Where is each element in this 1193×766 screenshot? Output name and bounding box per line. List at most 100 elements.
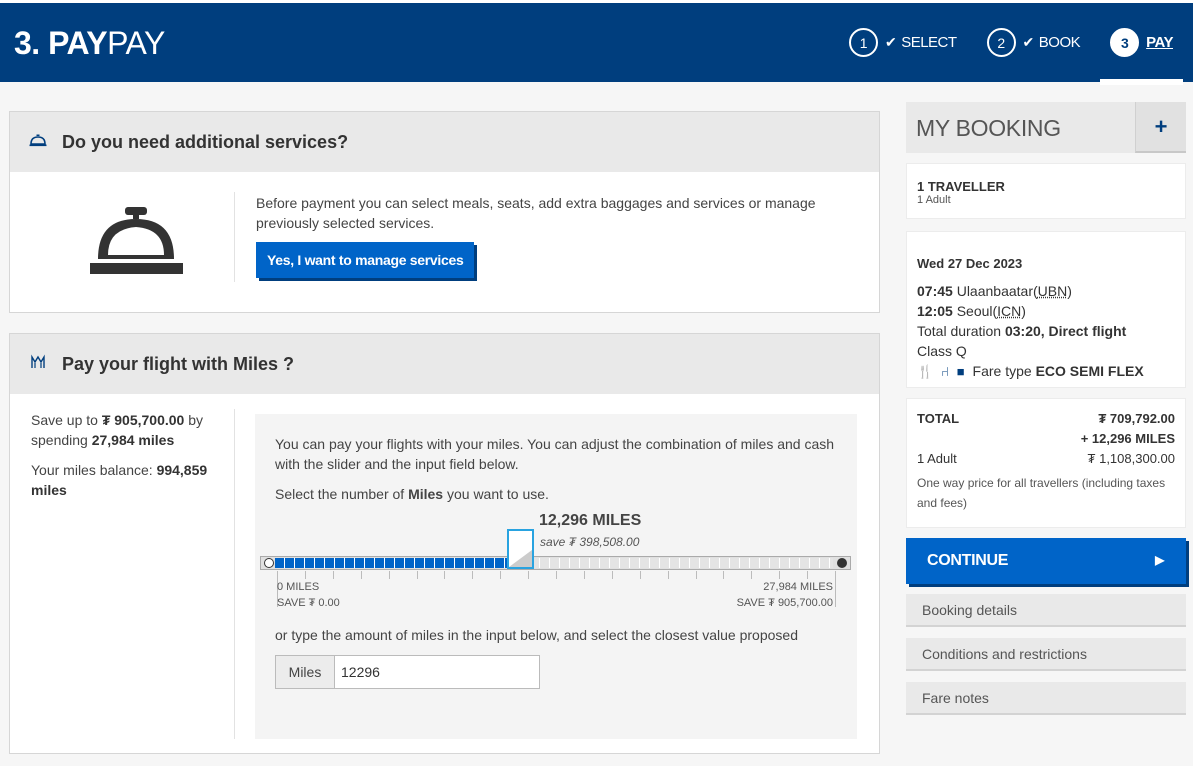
step-label: PAY: [1146, 34, 1173, 51]
price-note: One way price for all travellers (includ…: [917, 476, 1166, 510]
slider-tick: [751, 571, 752, 579]
total-card: TOTAL ₮ 709,792.00 + 12,296 MILES 1 Adul…: [906, 398, 1186, 528]
arrival: 12:05 Seoul(ICN): [917, 303, 1026, 319]
total-cash: ₮ 709,792.00: [1098, 411, 1175, 426]
departure: 07:45 Ulaanbaatar(UBN): [917, 283, 1072, 299]
miles-balance: Your miles balance: 994,859 miles: [31, 462, 208, 498]
step-label: SELECT: [901, 34, 957, 51]
services-header: Do you need additional services?: [10, 112, 879, 172]
save-summary: Save up to ₮ 905,700.00 by spending 27,9…: [31, 412, 204, 448]
miles-icon: [28, 353, 48, 375]
manage-services-button[interactable]: Yes, I want to manage services: [256, 242, 475, 278]
slider-tick: [696, 571, 697, 579]
slider-tick: [835, 571, 836, 607]
page-header: 3. PAYPAY 1 ✔ SELECT 2 ✔ BOOK 3 PAY: [0, 0, 1193, 85]
booking-details-link[interactable]: Booking details: [906, 594, 1186, 627]
step-number-circle: 2: [986, 28, 1016, 57]
slider-tick: [500, 571, 501, 579]
slider-tick: [444, 571, 445, 579]
balance-value: 994,859: [156, 462, 208, 478]
miles-input[interactable]: [335, 655, 540, 689]
services-body: Before payment you can select meals, sea…: [10, 172, 879, 312]
baggage-icon: ■: [956, 364, 965, 379]
slider-tick: [556, 571, 557, 579]
meal-icon: 🍴: [917, 364, 934, 379]
miles-title: Pay your flight with Miles ?: [62, 353, 295, 374]
save-amount: ₮ 905,700.00: [101, 412, 185, 428]
step-number-circle: 1: [848, 28, 878, 57]
slider-max-label: 27,984 MILES SAVE ₮ 905,700.00: [736, 581, 833, 609]
travellers-count: 1 TRAVELLER: [917, 179, 1005, 194]
slider-tick: [333, 571, 334, 579]
miles-intro: You can pay your flights with your miles…: [275, 436, 835, 472]
services-description: Before payment you can select meals, sea…: [256, 195, 816, 231]
divider: [234, 192, 235, 282]
slider-tick: [389, 571, 390, 579]
seat-icon: ⑁: [941, 364, 949, 379]
total-miles-line: + 12,296 MILES: [917, 431, 1175, 451]
flight-date: Wed 27 Dec 2023: [917, 256, 1023, 271]
miles-input-group: Miles: [275, 655, 540, 689]
fare-notes-link[interactable]: Fare notes: [906, 682, 1186, 715]
title-light: PAY: [107, 25, 165, 61]
miles-slider-track[interactable]: [260, 556, 851, 570]
slider-empty: [520, 558, 833, 568]
slider-min-label: 0 MILES SAVE ₮ 0.00: [277, 581, 340, 609]
slider-tick: [723, 571, 724, 579]
step-label: BOOK: [1038, 34, 1081, 51]
slider-tick: [305, 571, 306, 579]
slider-save-label: save ₮ 398,508.00: [540, 535, 640, 549]
bell-illustration-icon: [90, 207, 185, 277]
total-miles: + 12,296 MILES: [1080, 431, 1175, 446]
save-miles: 27,984 miles: [91, 432, 175, 448]
flight-card: Wed 27 Dec 2023 07:45 Ulaanbaatar(UBN) 1…: [906, 231, 1186, 388]
miles-input-label: Miles: [275, 655, 335, 689]
fare-class: Class Q: [917, 343, 967, 359]
step-select[interactable]: 1 ✔ SELECT: [839, 3, 977, 82]
slider-tick: [472, 571, 473, 579]
total-line: TOTAL ₮ 709,792.00: [917, 411, 1175, 426]
select-miles-text: Select the number of Miles you want to u…: [275, 486, 549, 502]
services-title: Do you need additional services?: [62, 131, 349, 152]
bell-icon: [28, 133, 48, 152]
duration: Total duration 03:20, Direct flight: [917, 323, 1127, 339]
slider-tick: [417, 571, 418, 579]
step-book[interactable]: 2 ✔ BOOK: [977, 3, 1101, 82]
slider-start-knob: [264, 558, 274, 568]
slider-tick: [640, 571, 641, 579]
miles-summary: Save up to ₮ 905,700.00 by spending 27,9…: [31, 410, 221, 500]
travellers-card: 1 TRAVELLER 1 Adult: [906, 163, 1186, 219]
type-miles-text: or type the amount of miles in the input…: [275, 627, 798, 643]
slider-handle[interactable]: [507, 529, 534, 569]
continue-button[interactable]: CONTINUE ▶: [906, 538, 1186, 584]
divider: [234, 409, 235, 739]
page-title: 3. PAYPAY: [14, 25, 165, 62]
adult-price: ₮ 1,108,300.00: [1087, 451, 1175, 466]
slider-tick: [807, 571, 808, 579]
expand-booking-button[interactable]: +: [1135, 102, 1186, 153]
step-number-circle: 3: [1110, 28, 1140, 57]
chevron-right-icon: ▶: [1155, 553, 1164, 567]
miles-slider-box: You can pay your flights with your miles…: [255, 414, 857, 739]
check-icon: ✔: [884, 34, 897, 50]
slider-tick: [528, 571, 529, 579]
slider-tick: [361, 571, 362, 579]
step-pay[interactable]: 3 PAY: [1100, 3, 1193, 85]
slider-tick: [779, 571, 780, 579]
progress-steps: 1 ✔ SELECT 2 ✔ BOOK 3 PAY: [839, 3, 1193, 85]
services-panel: Do you need additional services? Before …: [9, 111, 880, 313]
slider-tick: [612, 571, 613, 579]
slider-fill: [275, 558, 520, 568]
miles-panel: Pay your flight with Miles ? Save up to …: [9, 333, 880, 754]
conditions-link[interactable]: Conditions and restrictions: [906, 638, 1186, 671]
slider-value-label: 12,296 MILES: [539, 512, 642, 529]
travellers-detail: 1 Adult: [917, 194, 951, 206]
slider-end-knob: [837, 558, 847, 568]
fare-type: 🍴 ⑁ ■ Fare type ECO SEMI FLEX: [917, 363, 1144, 379]
balance-unit: miles: [31, 482, 67, 498]
check-icon: ✔: [1022, 34, 1035, 50]
my-booking-header: MY BOOKING +: [906, 102, 1186, 153]
adult-price-line: 1 Adult ₮ 1,108,300.00: [917, 451, 1175, 466]
slider-tick: [668, 571, 669, 579]
slider-tick: [584, 571, 585, 579]
